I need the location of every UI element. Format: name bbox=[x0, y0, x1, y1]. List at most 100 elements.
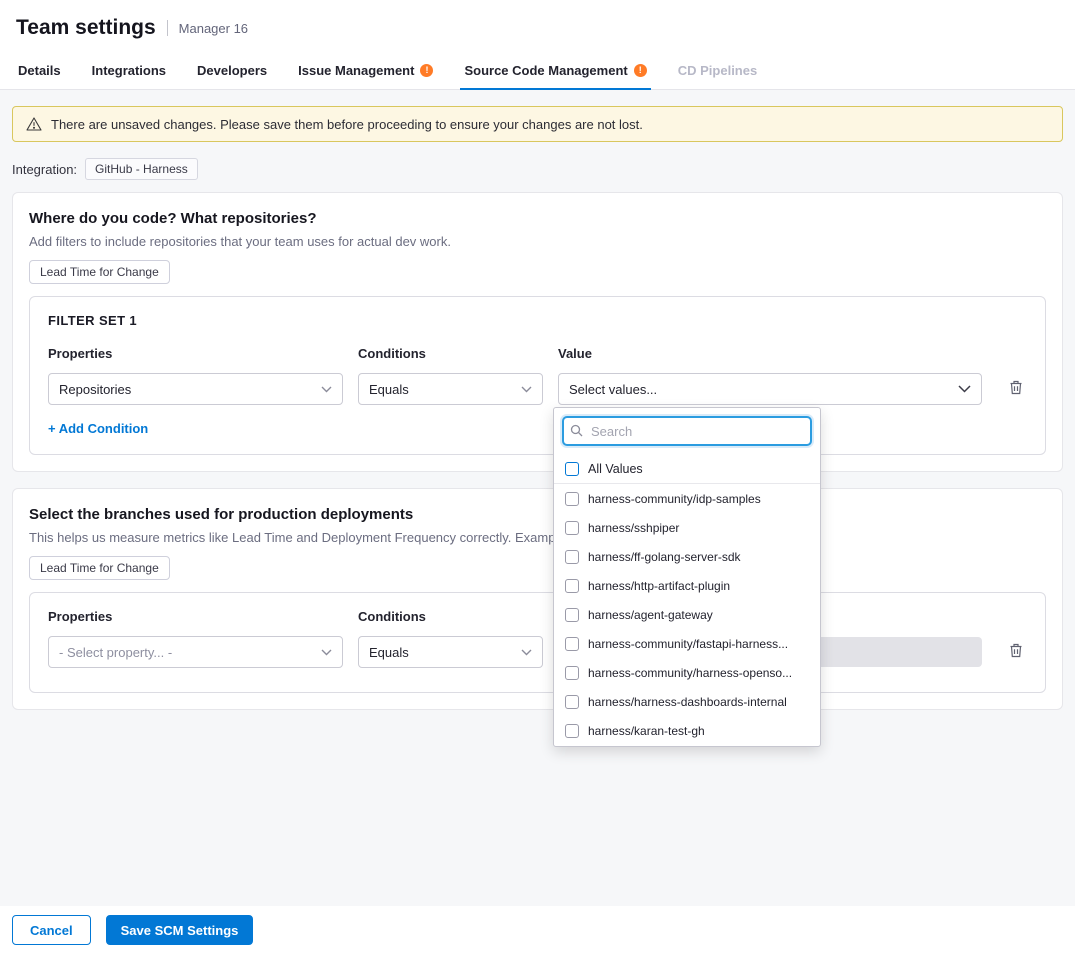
tab-source-code-management[interactable]: Source Code Management bbox=[462, 52, 648, 89]
checkbox[interactable] bbox=[565, 695, 579, 709]
properties-select-value: Repositories bbox=[59, 382, 131, 397]
tab-developers[interactable]: Developers bbox=[195, 52, 269, 89]
filter-column-labels: Properties Conditions Value bbox=[48, 346, 1027, 373]
all-values-label: All Values bbox=[588, 462, 643, 476]
delete-filter-button[interactable] bbox=[1005, 376, 1027, 402]
add-condition-link[interactable]: + Add Condition bbox=[48, 421, 148, 436]
tab-details[interactable]: Details bbox=[16, 52, 63, 89]
chevron-down-icon bbox=[321, 386, 332, 393]
warning-triangle-icon bbox=[26, 117, 42, 131]
value-select-dropdown: All Values harness-community/idp-samples… bbox=[553, 407, 821, 747]
repo-option-label: harness/http-artifact-plugin bbox=[588, 579, 730, 593]
properties-column-label: Properties bbox=[48, 346, 343, 361]
page-header: Team settings Manager 16 bbox=[0, 0, 1075, 52]
conditions-column-label: Conditions bbox=[358, 609, 543, 624]
value-column-label: Value bbox=[558, 346, 982, 361]
checkbox[interactable] bbox=[565, 666, 579, 680]
card-title: Where do you code? What repositories? bbox=[29, 209, 1046, 229]
repo-option-clipped[interactable] bbox=[554, 745, 820, 747]
repo-option-label: harness/sshpiper bbox=[588, 521, 679, 535]
tab-label: CD Pipelines bbox=[678, 63, 757, 78]
properties-select[interactable]: - Select property... - bbox=[48, 636, 343, 668]
chevron-down-icon bbox=[521, 386, 532, 393]
tab-label: Developers bbox=[197, 63, 267, 78]
repositories-card: Where do you code? What repositories? Ad… bbox=[12, 192, 1063, 472]
warning-badge-icon bbox=[634, 64, 647, 77]
chevron-down-icon bbox=[321, 649, 332, 656]
content-area: There are unsaved changes. Please save t… bbox=[0, 90, 1075, 906]
filter-set-title: FILTER SET 1 bbox=[48, 313, 1027, 328]
trash-icon bbox=[1009, 643, 1023, 658]
tab-bar: Details Integrations Developers Issue Ma… bbox=[0, 52, 1075, 90]
card-subtitle: Add filters to include repositories that… bbox=[29, 233, 1046, 250]
value-multiselect[interactable]: Select values... bbox=[558, 373, 982, 405]
value-select-placeholder: Select values... bbox=[569, 382, 657, 397]
tab-label: Source Code Management bbox=[464, 63, 627, 78]
footer-bar: Cancel Save SCM Settings bbox=[0, 906, 1075, 954]
search-icon bbox=[570, 424, 583, 437]
card-subtitle: This helps us measure metrics like Lead … bbox=[29, 529, 1046, 546]
repo-option-label: harness-community/idp-samples bbox=[588, 492, 761, 506]
tab-label: Details bbox=[18, 63, 61, 78]
tab-label: Integrations bbox=[92, 63, 166, 78]
chevron-down-icon bbox=[958, 385, 971, 393]
conditions-select[interactable]: Equals bbox=[358, 373, 543, 405]
repo-option-label: harness/harness-dashboards-internal bbox=[588, 695, 787, 709]
save-scm-settings-button[interactable]: Save SCM Settings bbox=[106, 915, 254, 945]
page: Team settings Manager 16 Details Integra… bbox=[0, 0, 1075, 954]
banner-text: There are unsaved changes. Please save t… bbox=[51, 117, 643, 132]
conditions-select[interactable]: Equals bbox=[358, 636, 543, 668]
tab-issue-management[interactable]: Issue Management bbox=[296, 52, 435, 89]
conditions-column-label: Conditions bbox=[358, 346, 543, 361]
tab-label: Issue Management bbox=[298, 63, 414, 78]
repo-option[interactable]: harness/agent-gateway bbox=[554, 600, 820, 629]
title-divider bbox=[167, 20, 168, 36]
repo-option[interactable]: harness/ff-golang-server-sdk bbox=[554, 542, 820, 571]
unsaved-changes-banner: There are unsaved changes. Please save t… bbox=[12, 106, 1063, 142]
conditions-select-value: Equals bbox=[369, 382, 409, 397]
filter-column-labels: Properties Conditions bbox=[48, 609, 1027, 636]
tab-cd-pipelines: CD Pipelines bbox=[676, 52, 759, 89]
repo-option-label: harness-community/fastapi-harness... bbox=[588, 637, 788, 651]
checkbox[interactable] bbox=[565, 492, 579, 506]
integration-label: Integration: bbox=[12, 162, 77, 177]
warning-badge-icon bbox=[420, 64, 433, 77]
filter-row: Repositories Equals Select values... bbox=[48, 373, 1027, 405]
cancel-button[interactable]: Cancel bbox=[12, 915, 91, 945]
repo-option[interactable]: harness-community/idp-samples bbox=[554, 484, 820, 513]
repo-option-label: harness-community/harness-openso... bbox=[588, 666, 792, 680]
repo-option[interactable]: harness/http-artifact-plugin bbox=[554, 571, 820, 600]
repo-option[interactable]: harness-community/fastapi-harness... bbox=[554, 629, 820, 658]
lead-time-tag: Lead Time for Change bbox=[29, 260, 170, 284]
checkbox[interactable] bbox=[565, 462, 579, 476]
checkbox[interactable] bbox=[565, 579, 579, 593]
repo-option[interactable]: harness/karan-test-gh bbox=[554, 716, 820, 745]
filter-row: - Select property... - Equals bbox=[48, 636, 1027, 668]
dropdown-search-input[interactable] bbox=[562, 416, 812, 446]
delete-filter-button[interactable] bbox=[1005, 639, 1027, 665]
checkbox[interactable] bbox=[565, 521, 579, 535]
repo-option[interactable]: harness/sshpiper bbox=[554, 513, 820, 542]
checkbox[interactable] bbox=[565, 550, 579, 564]
properties-select[interactable]: Repositories bbox=[48, 373, 343, 405]
all-values-option[interactable]: All Values bbox=[554, 454, 820, 484]
branches-card: Select the branches used for production … bbox=[12, 488, 1063, 710]
properties-select-placeholder: - Select property... - bbox=[59, 645, 172, 660]
lead-time-tag: Lead Time for Change bbox=[29, 556, 170, 580]
card-title: Select the branches used for production … bbox=[29, 505, 1046, 525]
checkbox[interactable] bbox=[565, 637, 579, 651]
integration-row: Integration: GitHub - Harness bbox=[12, 158, 1063, 180]
repo-option[interactable]: harness-community/harness-openso... bbox=[554, 658, 820, 687]
repo-option-label: harness/agent-gateway bbox=[588, 608, 713, 622]
tab-integrations[interactable]: Integrations bbox=[90, 52, 168, 89]
integration-chip[interactable]: GitHub - Harness bbox=[85, 158, 198, 180]
chevron-down-icon bbox=[521, 649, 532, 656]
repo-option-label: harness/ff-golang-server-sdk bbox=[588, 550, 741, 564]
dropdown-search bbox=[562, 416, 812, 446]
repo-option[interactable]: harness/harness-dashboards-internal bbox=[554, 687, 820, 716]
conditions-select-value: Equals bbox=[369, 645, 409, 660]
checkbox[interactable] bbox=[565, 608, 579, 622]
checkbox[interactable] bbox=[565, 724, 579, 738]
trash-icon bbox=[1009, 380, 1023, 395]
page-title: Team settings bbox=[16, 15, 156, 41]
